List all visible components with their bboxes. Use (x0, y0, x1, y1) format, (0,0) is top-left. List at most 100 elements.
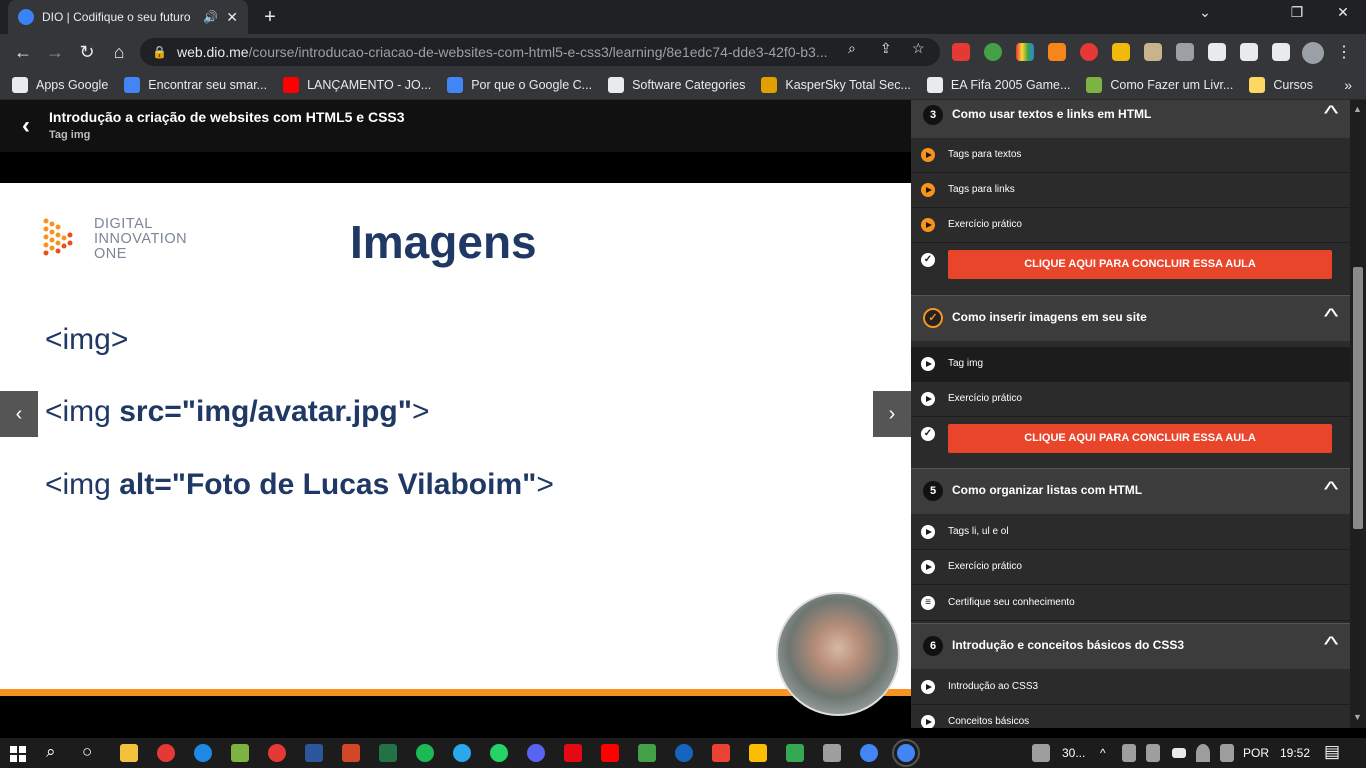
lock-icon[interactable]: 🔒 (152, 45, 167, 59)
volume-icon[interactable] (1220, 744, 1234, 762)
audio-icon[interactable]: 🔊 (203, 10, 218, 24)
section-header-5[interactable]: 5 Como organizar listas com HTML ^ (911, 468, 1350, 514)
sidebar-scrollbar[interactable]: ▲ ▼ (1350, 100, 1366, 728)
bookmark-item[interactable]: Cursos (1249, 76, 1313, 93)
excel-icon[interactable] (379, 744, 397, 762)
netflix-icon[interactable] (564, 744, 582, 762)
quiz-item[interactable]: ≡ Certifique seu conhecimento (911, 586, 1350, 621)
chevron-up-icon[interactable]: ^ (1324, 304, 1338, 330)
chevron-up-icon[interactable]: ^ (1324, 477, 1338, 503)
bookmark-item[interactable]: EA Fifa 2005 Game... (926, 76, 1070, 93)
lesson-item[interactable]: Exercício prático (911, 382, 1350, 417)
clock[interactable]: 19:52 (1280, 746, 1310, 760)
slide-prev-button[interactable]: ‹ (0, 391, 38, 437)
youtube-icon[interactable] (601, 744, 619, 762)
profile-avatar[interactable] (1302, 42, 1324, 64)
lesson-item[interactable]: Conceitos básicos (911, 705, 1350, 728)
course-back-icon[interactable]: ‹ (22, 112, 30, 140)
bookmark-item[interactable]: KasperSky Total Sec... (761, 76, 911, 93)
tab-search-icon[interactable]: ⌄ (1182, 4, 1228, 21)
app-blue-icon[interactable] (675, 744, 693, 762)
extension-color-icon[interactable] (1016, 43, 1034, 61)
restore-window-icon[interactable]: ❐ (1274, 4, 1320, 21)
app-green-icon[interactable] (638, 744, 656, 762)
section-header-3[interactable]: 3 Como usar textos e links em HTML ^ (911, 100, 1350, 138)
extension-notes-icon[interactable] (1144, 43, 1162, 61)
chevron-up-icon[interactable]: ^ (1324, 632, 1338, 658)
whatsapp-icon[interactable] (490, 744, 508, 762)
chrome-icon[interactable] (860, 744, 878, 762)
section-header-4[interactable]: ✓ Como inserir imagens em seu site ^ (911, 295, 1350, 341)
lab-flask-icon[interactable] (1208, 43, 1226, 61)
extension-money-icon[interactable] (984, 43, 1002, 61)
google-drive-icon[interactable] (749, 744, 767, 762)
weather-icon[interactable] (1032, 744, 1050, 762)
tray-network-icon[interactable] (1146, 744, 1160, 762)
lesson-item[interactable]: Introdução ao CSS3 (911, 670, 1350, 705)
back-icon[interactable]: ← (12, 42, 34, 62)
close-window-icon[interactable]: ✕ (1320, 4, 1366, 21)
bookmark-item[interactable]: Encontrar seu smar... (124, 76, 267, 93)
chrome-active-icon[interactable] (892, 739, 920, 767)
notification-center-icon[interactable]: ▤ (1324, 742, 1340, 762)
word-icon[interactable] (305, 744, 323, 762)
powerpoint-icon[interactable] (342, 744, 360, 762)
browser-tab[interactable]: DIO | Codifique o seu futuro 🔊 ✕ (8, 0, 248, 34)
utorrent-icon[interactable] (231, 744, 249, 762)
task-view-icon[interactable]: ○ (82, 742, 92, 762)
windows-start-icon[interactable] (10, 746, 26, 762)
new-tab-button[interactable]: + (259, 6, 281, 28)
taskbar-search-icon[interactable]: ⌕ (46, 742, 56, 762)
edge-icon[interactable] (194, 744, 212, 762)
share-icon[interactable]: ⇪ (880, 40, 892, 57)
extension-red-icon[interactable] (1080, 43, 1098, 61)
spotify-icon[interactable] (416, 744, 434, 762)
file-explorer-icon[interactable] (120, 744, 138, 762)
home-icon[interactable]: ⌂ (108, 42, 130, 62)
language-indicator[interactable]: POR (1243, 746, 1269, 760)
bookmark-item[interactable]: LANÇAMENTO - JO... (283, 76, 431, 93)
wifi-icon[interactable] (1196, 744, 1210, 762)
lesson-item[interactable]: Exercício prático (911, 208, 1350, 243)
metamask-icon[interactable] (1048, 43, 1066, 61)
forward-icon[interactable]: → (44, 42, 66, 62)
lesson-item[interactable]: Tags para links (911, 173, 1350, 208)
side-panel-icon[interactable] (1272, 43, 1290, 61)
bookmark-star-icon[interactable]: ☆ (912, 40, 925, 57)
scroll-thumb[interactable] (1353, 267, 1363, 529)
zoom-icon[interactable]: ⌕ (848, 40, 856, 57)
media-queue-icon[interactable] (1240, 43, 1258, 61)
slide-next-button[interactable]: › (873, 391, 911, 437)
app-red-icon[interactable] (268, 744, 286, 762)
app-cube-icon[interactable] (786, 744, 804, 762)
discord-icon[interactable] (527, 744, 545, 762)
section-header-6[interactable]: 6 Introdução e conceitos básicos do CSS3… (911, 623, 1350, 669)
telegram-icon[interactable] (453, 744, 471, 762)
browser-menu-icon[interactable]: ⋮ (1336, 42, 1352, 62)
tray-chevron-icon[interactable]: ^ (1100, 746, 1106, 760)
bookmark-item[interactable]: Apps Google (12, 76, 108, 93)
bookmark-item[interactable]: Por que o Google C... (447, 76, 592, 93)
bookmarks-more-icon[interactable]: » (1344, 77, 1352, 93)
weather-text[interactable]: 30... (1062, 746, 1085, 760)
tray-app-icon[interactable] (1122, 744, 1136, 762)
bookmark-item[interactable]: Software Categories (608, 76, 745, 93)
scroll-up-icon[interactable]: ▲ (1353, 104, 1362, 114)
complete-lesson-button[interactable]: CLIQUE AQUI PARA CONCLUIR ESSA AULA (948, 424, 1332, 453)
battery-icon[interactable] (1172, 748, 1186, 758)
lesson-item-active[interactable]: Tag img (911, 347, 1350, 382)
lesson-item[interactable]: Tags li, ul e ol (911, 515, 1350, 550)
complete-lesson-button[interactable]: CLIQUE AQUI PARA CONCLUIR ESSA AULA (948, 250, 1332, 279)
app-network-icon[interactable] (823, 744, 841, 762)
extensions-puzzle-icon[interactable] (1176, 43, 1194, 61)
extension-binance-icon[interactable] (1112, 43, 1130, 61)
gmail-icon[interactable] (712, 744, 730, 762)
scroll-down-icon[interactable]: ▼ (1353, 712, 1362, 722)
tab-close-icon[interactable]: ✕ (226, 9, 238, 26)
bookmark-item[interactable]: Como Fazer um Livr... (1086, 76, 1233, 93)
reload-icon[interactable]: ↻ (76, 42, 98, 62)
opera-icon[interactable] (157, 744, 175, 762)
extension-adblock-icon[interactable] (952, 43, 970, 61)
address-bar[interactable]: 🔒 web.dio.me /course/introducao-criacao-… (140, 38, 940, 66)
chevron-up-icon[interactable]: ^ (1324, 101, 1338, 127)
